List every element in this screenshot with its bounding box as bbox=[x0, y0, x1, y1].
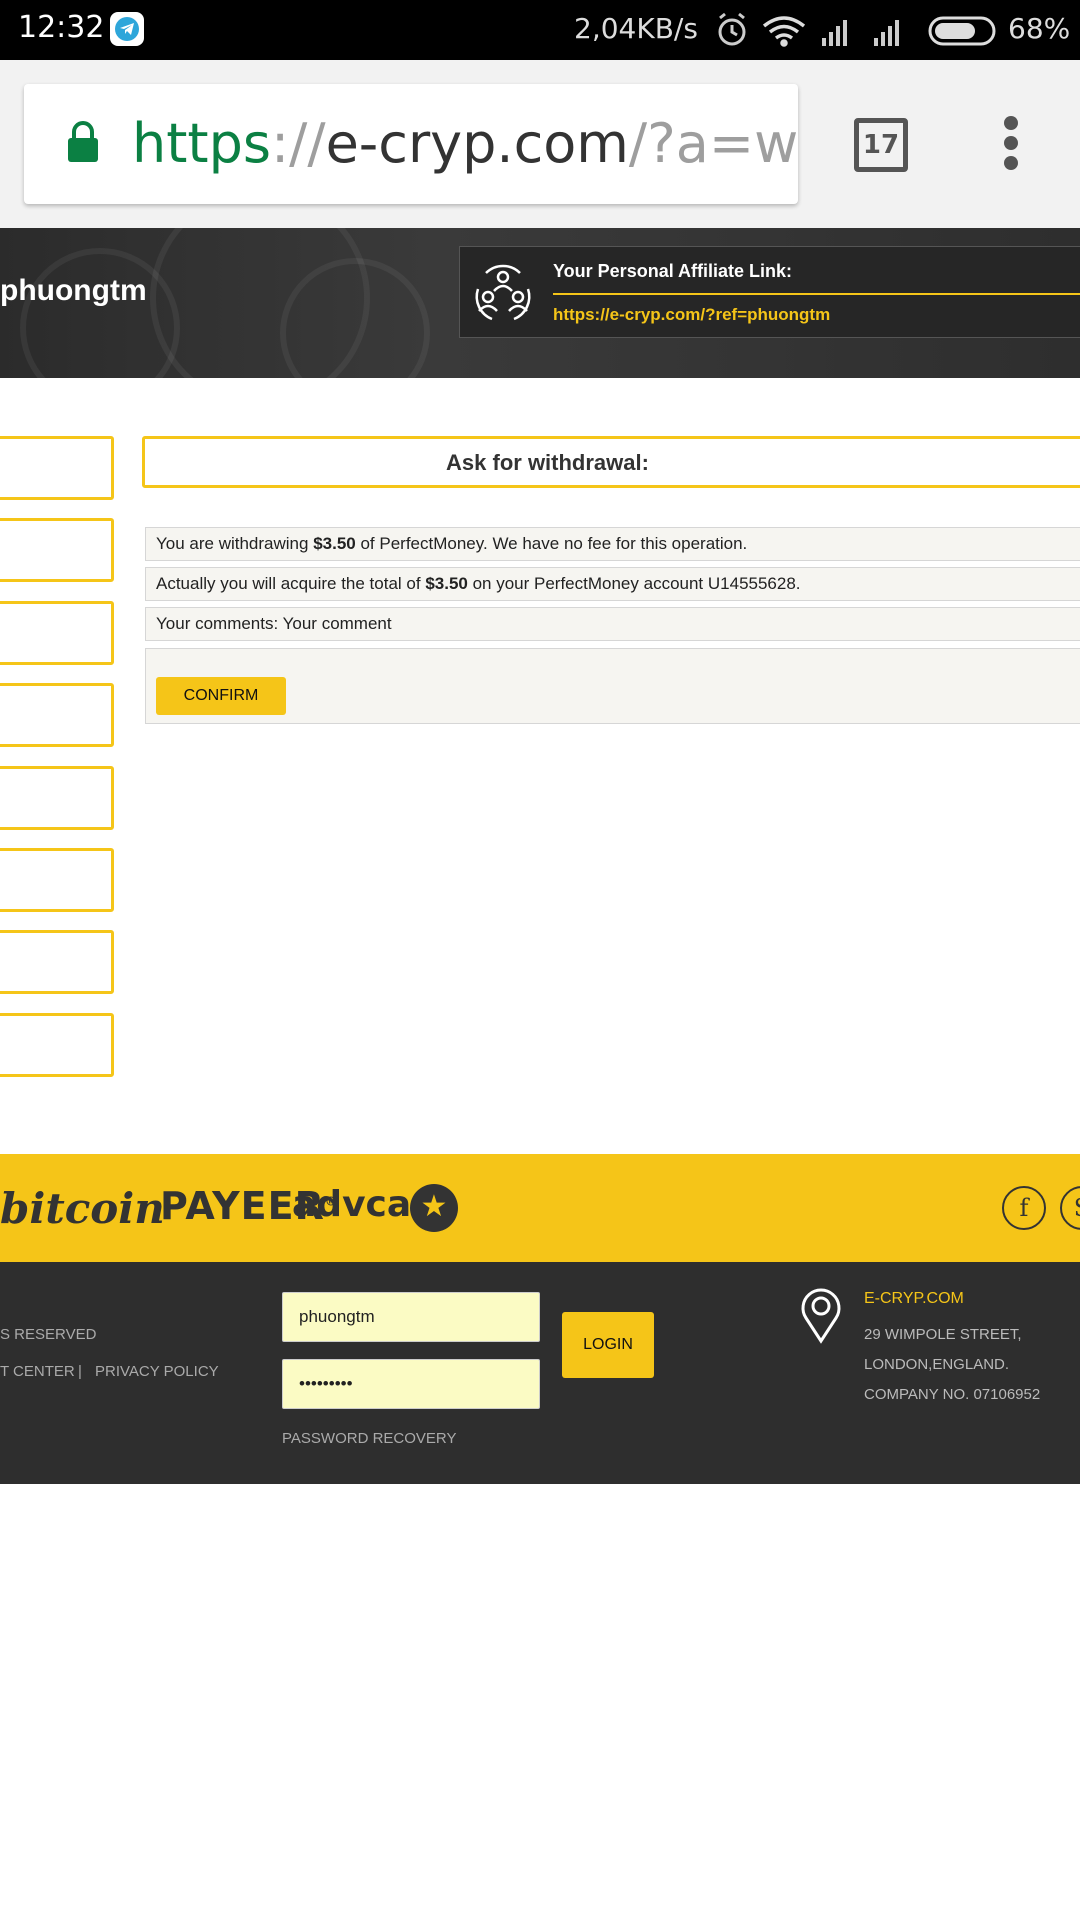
facebook-icon[interactable]: f bbox=[1002, 1186, 1046, 1230]
signal-icon bbox=[822, 20, 847, 46]
page-title: Ask for withdrawal: bbox=[446, 450, 649, 475]
sidebar-item[interactable] bbox=[0, 683, 114, 747]
telegram-icon bbox=[110, 12, 144, 46]
password-recovery-link[interactable]: PASSWORD RECOVERY bbox=[282, 1430, 456, 1447]
login-button[interactable]: LOGIN bbox=[562, 1312, 654, 1378]
url-text: https://e-cryp.com/?a=witl bbox=[132, 112, 798, 175]
affiliate-divider bbox=[553, 293, 1080, 295]
advcash-star-icon: ★ bbox=[410, 1184, 458, 1232]
login-password-input[interactable]: ••••••••• bbox=[282, 1359, 540, 1409]
account-banner: phuongtm Your Personal Affiliate Link: h… bbox=[0, 228, 1080, 378]
affiliate-link-box: Your Personal Affiliate Link: https://e-… bbox=[459, 246, 1080, 338]
sidebar-item[interactable] bbox=[0, 601, 114, 665]
address-line-1: 29 WIMPOLE STREET, bbox=[864, 1326, 1022, 1343]
comments-row: Your comments: Your comment bbox=[145, 607, 1080, 641]
footer: S RESERVED T CENTER | PRIVACY POLICY phu… bbox=[0, 1262, 1080, 1484]
browser-toolbar: https://e-cryp.com/?a=witl 17 bbox=[0, 60, 1080, 228]
sidebar-item[interactable] bbox=[0, 518, 114, 582]
company-number: COMPANY NO. 07106952 bbox=[864, 1386, 1041, 1403]
copyright-text: S RESERVED bbox=[0, 1326, 97, 1343]
alarm-icon bbox=[718, 12, 746, 46]
sidebar-item[interactable] bbox=[0, 436, 114, 500]
location-pin-icon bbox=[801, 1288, 841, 1344]
address-line-2: LONDON,ENGLAND. bbox=[864, 1356, 1010, 1373]
sidebar-item[interactable] bbox=[0, 930, 114, 994]
sidebar-item[interactable] bbox=[0, 766, 114, 830]
withdrawal-panel-header: Ask for withdrawal: bbox=[142, 436, 1080, 488]
confirm-button[interactable]: CONFIRM bbox=[156, 677, 286, 715]
affiliate-network-icon bbox=[475, 264, 531, 321]
overflow-menu-icon[interactable] bbox=[1000, 116, 1022, 176]
confirm-row: CONFIRM bbox=[145, 648, 1080, 724]
status-bar: 12:32 2,04KB/s 68% bbox=[0, 0, 1080, 60]
address-bar[interactable]: https://e-cryp.com/?a=witl bbox=[24, 84, 798, 204]
wifi-icon bbox=[762, 16, 806, 47]
battery-icon bbox=[928, 16, 996, 46]
privacy-policy-link[interactable]: PRIVACY POLICY bbox=[95, 1363, 219, 1380]
status-time: 12:32 bbox=[18, 10, 105, 45]
login-username-input[interactable]: phuongtm bbox=[282, 1292, 540, 1342]
affiliate-link[interactable]: https://e-cryp.com/?ref=phuongtm bbox=[553, 305, 830, 325]
sidebar-item[interactable] bbox=[0, 848, 114, 912]
sidebar-item[interactable] bbox=[0, 1013, 114, 1077]
lock-icon bbox=[68, 121, 98, 162]
skype-icon[interactable]: S bbox=[1060, 1186, 1080, 1230]
withdraw-amount-row: You are withdrawing $3.50 of PerfectMone… bbox=[145, 527, 1080, 561]
footer-divider: | bbox=[78, 1363, 82, 1380]
affiliate-title: Your Personal Affiliate Link: bbox=[553, 261, 793, 281]
support-center-link[interactable]: T CENTER bbox=[0, 1363, 75, 1380]
network-speed: 2,04KB/s bbox=[574, 12, 698, 45]
payment-brands-bar: bitcoin PAYEER® advcash ★ f S bbox=[0, 1154, 1080, 1262]
acquire-total-row: Actually you will acquire the total of $… bbox=[145, 567, 1080, 601]
company-name: E-CRYP.COM bbox=[864, 1290, 964, 1307]
bitcoin-logo: bitcoin bbox=[0, 1184, 165, 1233]
status-icons bbox=[718, 12, 899, 47]
tab-switcher-button[interactable]: 17 bbox=[854, 118, 908, 172]
withdraw-amount: $3.50 bbox=[313, 534, 356, 553]
signal-icon-2 bbox=[874, 20, 899, 46]
battery-percent: 68% bbox=[1008, 12, 1071, 45]
acquire-amount: $3.50 bbox=[425, 574, 468, 593]
account-username: phuongtm bbox=[0, 274, 147, 307]
